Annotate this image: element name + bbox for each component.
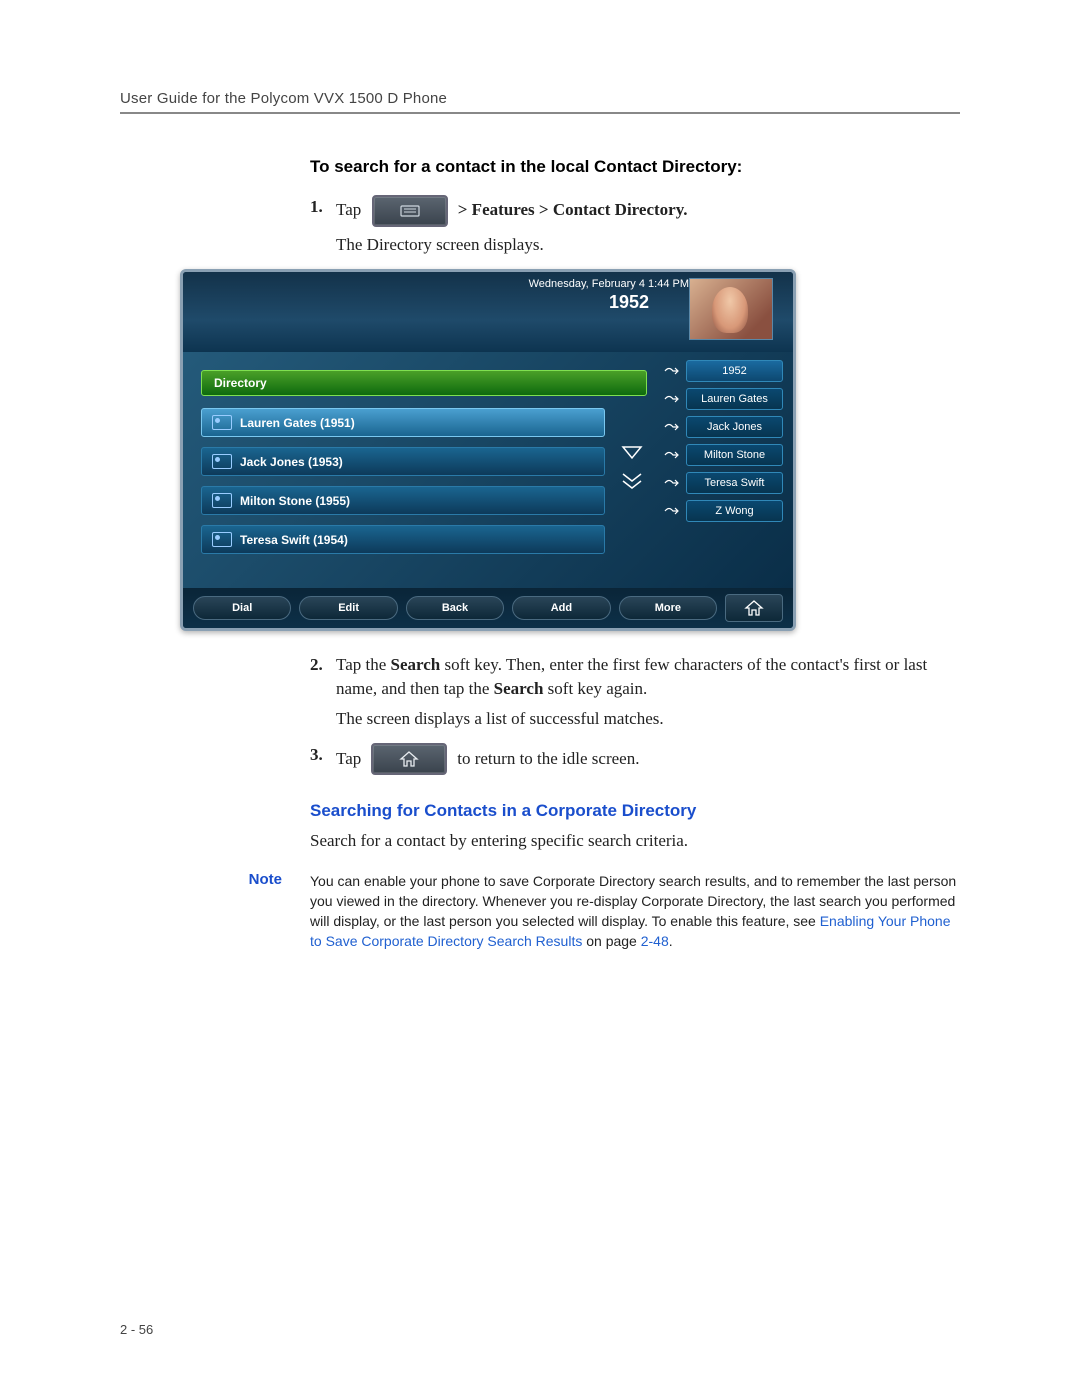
header-divider: [120, 112, 960, 114]
contact-row[interactable]: Lauren Gates (1951): [201, 408, 605, 437]
contact-card-icon: [212, 493, 232, 508]
contact-name: Lauren Gates (1951): [240, 416, 355, 430]
contact-card-icon: [212, 415, 232, 430]
handset-icon: [663, 392, 681, 406]
link-page-ref[interactable]: 2-48: [641, 933, 669, 949]
line-key-label: Lauren Gates: [686, 388, 783, 410]
step-number: 2.: [310, 653, 336, 677]
phone-statusbar: Wednesday, February 4 1:44 PM 1952: [183, 272, 793, 352]
contact-card-icon: [212, 454, 232, 469]
contact-name: Jack Jones (1953): [240, 455, 343, 469]
step-number: 3.: [310, 743, 336, 767]
step-result: The Directory screen displays.: [336, 235, 960, 255]
body-text: Search for a contact by entering specifi…: [310, 831, 960, 851]
phone-screenshot: Wednesday, February 4 1:44 PM 1952 Direc…: [180, 269, 796, 631]
contact-name: Milton Stone (1955): [240, 494, 350, 508]
line-key-label: 1952: [686, 360, 783, 382]
handset-icon: [663, 420, 681, 434]
note-label: Note: [232, 871, 282, 888]
line-key[interactable]: Z Wong: [663, 500, 783, 522]
contact-name: Teresa Swift (1954): [240, 533, 348, 547]
line-key-label: Z Wong: [686, 500, 783, 522]
step-2: 2. Tap the Search soft key. Then, enter …: [310, 653, 960, 701]
subsection-heading: Searching for Contacts in a Corporate Di…: [310, 801, 960, 821]
line-key-label: Jack Jones: [686, 416, 783, 438]
softkey-back[interactable]: Back: [406, 596, 504, 620]
handset-icon: [663, 448, 681, 462]
step-result: The screen displays a list of successful…: [336, 709, 960, 729]
section-heading: To search for a contact in the local Con…: [310, 157, 960, 177]
softkey-more[interactable]: More: [619, 596, 717, 620]
contact-row[interactable]: Teresa Swift (1954): [201, 525, 605, 554]
softkey-edit[interactable]: Edit: [299, 596, 397, 620]
handset-icon: [663, 504, 681, 518]
home-softkey[interactable]: [725, 594, 783, 622]
menu-path: > Features > Contact Directory.: [458, 200, 688, 219]
line-key[interactable]: Teresa Swift: [663, 472, 783, 494]
contact-card-icon: [212, 532, 232, 547]
scroll-down-icon[interactable]: [619, 442, 645, 464]
contact-row[interactable]: Jack Jones (1953): [201, 447, 605, 476]
step-number: 1.: [310, 195, 336, 219]
line-key[interactable]: Milton Stone: [663, 444, 783, 466]
page-number: 2 - 56: [120, 1322, 153, 1337]
step-1: 1. Tap > Features > Contact Directory.: [310, 195, 960, 227]
step-text: to return to the idle screen.: [457, 747, 639, 771]
note-block: Note You can enable your phone to save C…: [310, 871, 960, 952]
line-key[interactable]: 1952: [663, 360, 783, 382]
line-key-label: Milton Stone: [686, 444, 783, 466]
step-text: Tap: [336, 747, 361, 771]
handset-icon: [663, 364, 681, 378]
step-text: Tap: [336, 200, 361, 219]
softkey-add[interactable]: Add: [512, 596, 610, 620]
softkey-dial[interactable]: Dial: [193, 596, 291, 620]
home-icon-button: [371, 743, 447, 775]
avatar: [689, 278, 773, 340]
handset-icon: [663, 476, 681, 490]
line-key[interactable]: Lauren Gates: [663, 388, 783, 410]
line-key-label: Teresa Swift: [686, 472, 783, 494]
menu-icon-button: [372, 195, 448, 227]
phone-datetime: Wednesday, February 4 1:44 PM: [529, 278, 689, 290]
step-3: 3. Tap to return to the idle screen.: [310, 743, 960, 775]
doc-header: User Guide for the Polycom VVX 1500 D Ph…: [120, 90, 960, 107]
line-key[interactable]: Jack Jones: [663, 416, 783, 438]
directory-title: Directory: [201, 370, 647, 396]
scroll-end-icon[interactable]: [619, 470, 645, 492]
contact-row[interactable]: Milton Stone (1955): [201, 486, 605, 515]
phone-extension: 1952: [223, 292, 649, 313]
